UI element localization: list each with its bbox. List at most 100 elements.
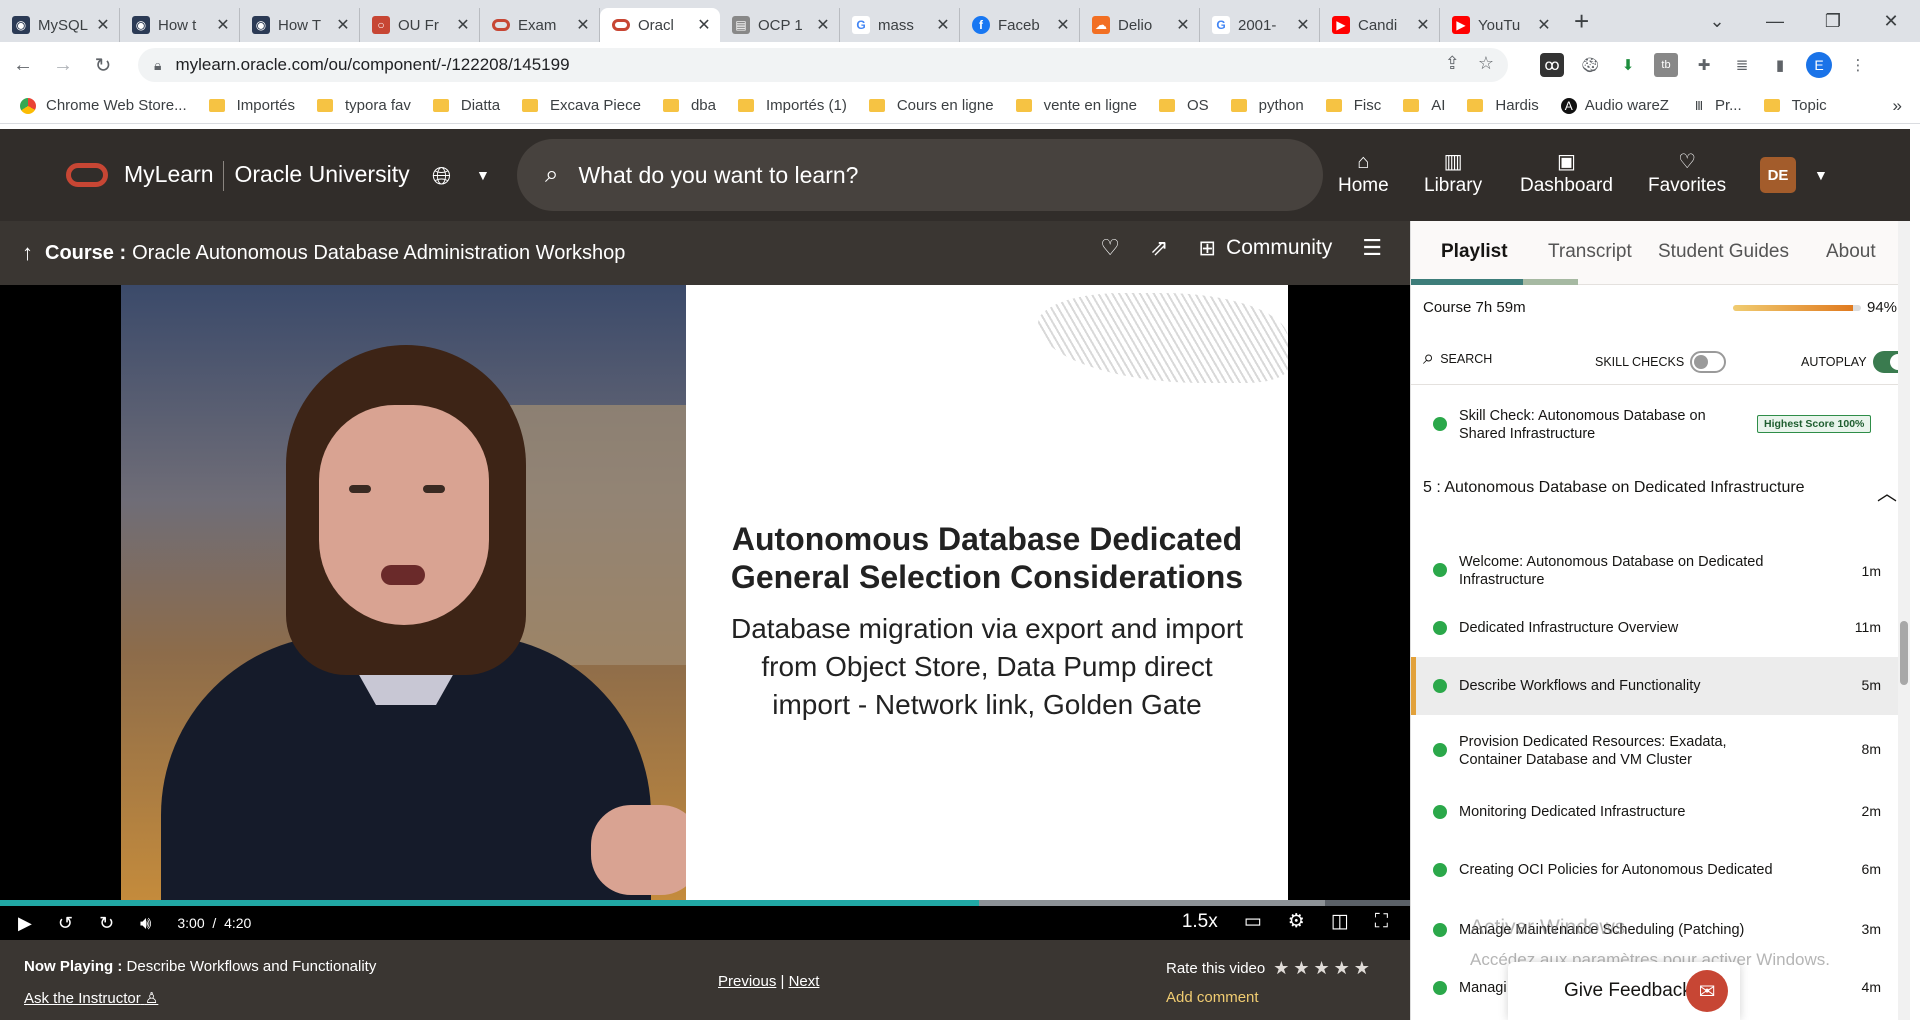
browser-tab[interactable]: ☁ Delio ✕	[1080, 8, 1200, 42]
forward-10-icon[interactable]: ↻	[99, 913, 114, 934]
play-icon[interactable]: ▶	[18, 913, 32, 934]
reload-icon[interactable]: ↻	[86, 53, 120, 78]
close-tab-icon[interactable]: ✕	[215, 15, 231, 35]
fullscreen-icon[interactable]: ⛶	[1375, 911, 1388, 933]
brand[interactable]: MyLearn Oracle University	[124, 161, 410, 191]
more-bookmarks-icon[interactable]: »	[1893, 96, 1902, 116]
list-item[interactable]: Dedicated Infrastructure Overview 11m	[1411, 599, 1901, 655]
bookmark-folder[interactable]: Importés	[208, 97, 295, 114]
captions-icon[interactable]: ▭	[1244, 910, 1262, 933]
menu-kebab-icon[interactable]: ⋮	[1846, 53, 1870, 77]
page-scrollbar[interactable]	[1898, 221, 1910, 1020]
close-tab-icon[interactable]: ✕	[335, 15, 351, 35]
nav-home[interactable]: ⌂ Home	[1338, 149, 1389, 197]
next-link[interactable]: Next	[789, 973, 820, 990]
add-comment-link[interactable]: Add comment	[1166, 989, 1259, 1006]
skill-checks-toggle[interactable]	[1690, 351, 1727, 373]
browser-tab[interactable]: G 2001- ✕	[1200, 8, 1320, 42]
browser-tab[interactable]: ◉ MySQL ✕	[0, 8, 120, 42]
bookmark-folder[interactable]: OS	[1158, 97, 1209, 114]
course-title[interactable]: Oracle Autonomous Database Administratio…	[132, 242, 625, 265]
scrollbar-thumb[interactable]	[1900, 621, 1908, 685]
bookmark-chrome-web-store[interactable]: Chrome Web Store...	[20, 97, 187, 114]
playlist-menu-icon[interactable]: ☰	[1362, 235, 1382, 261]
bookmark-folder[interactable]: Importés (1)	[737, 97, 847, 114]
tab-search-icon[interactable]: ⌄	[1688, 11, 1746, 32]
nav-library[interactable]: ▥ Library	[1424, 149, 1482, 197]
close-tab-icon[interactable]: ✕	[1536, 15, 1552, 35]
browser-tab[interactable]: ▤ OCP 1 ✕	[720, 8, 840, 42]
share-icon[interactable]: ⇗	[1150, 235, 1168, 261]
ask-instructor-link[interactable]: Ask the Instructor ♙	[24, 989, 158, 1007]
side-panel-icon[interactable]: ▮	[1768, 53, 1792, 77]
list-item[interactable]: Monitoring Dedicated Infrastructure 2m	[1411, 783, 1901, 839]
download-extension-icon[interactable]: ⬇	[1616, 53, 1640, 77]
puzzle-icon[interactable]: ✚	[1692, 53, 1716, 77]
chevron-down-icon[interactable]: ▼	[1814, 167, 1828, 183]
close-tab-icon[interactable]: ✕	[696, 15, 712, 35]
arrow-up-icon[interactable]: ↑	[22, 240, 33, 266]
list-item[interactable]: Provision Dedicated Resources: Exadata, …	[1411, 717, 1901, 781]
previous-link[interactable]: Previous	[718, 973, 776, 990]
extension-icon[interactable]: tb	[1654, 53, 1678, 77]
chevron-down-icon[interactable]: ▼	[476, 167, 490, 183]
browser-tab[interactable]: Exam ✕	[480, 8, 600, 42]
search-input[interactable]: ⌕ What do you want to learn?	[517, 139, 1323, 211]
new-tab-icon[interactable]: +	[1574, 6, 1589, 37]
browser-tab[interactable]: ◉ How t ✕	[120, 8, 240, 42]
picture-in-picture-icon[interactable]: ◫	[1331, 910, 1349, 933]
close-tab-icon[interactable]: ✕	[95, 15, 111, 35]
bookmark-folder[interactable]: Fisc	[1325, 97, 1381, 114]
close-window-icon[interactable]: ✕	[1862, 11, 1920, 32]
tab-about[interactable]: About	[1826, 241, 1876, 263]
bookmark-folder[interactable]: vente en ligne	[1015, 97, 1137, 114]
close-tab-icon[interactable]: ✕	[1055, 15, 1071, 35]
address-bar[interactable]: 🔒︎ mylearn.oracle.com/ou/component/-/122…	[138, 48, 1508, 82]
browser-tab[interactable]: Gmass ✕	[840, 8, 960, 42]
bookmark-folder[interactable]: python	[1230, 97, 1304, 114]
forward-icon[interactable]: →	[46, 54, 80, 77]
browser-tab[interactable]: f Faceb ✕	[960, 8, 1080, 42]
user-avatar[interactable]: DE	[1760, 157, 1796, 193]
tab-student-guides[interactable]: Student Guides	[1658, 241, 1789, 263]
list-item-skill-check[interactable]: Skill Check: Autonomous Database on Shar…	[1411, 395, 1901, 455]
browser-tab-active[interactable]: Oracl ✕	[600, 8, 720, 42]
bookmark-folder[interactable]: Excava Piece	[522, 97, 641, 114]
nav-favorites[interactable]: ♡ Favorites	[1648, 149, 1726, 197]
list-item[interactable]: Welcome: Autonomous Database on Dedicate…	[1411, 539, 1901, 599]
back-icon[interactable]: ←	[6, 54, 40, 77]
bookmark-folder[interactable]: Hardis	[1467, 97, 1539, 114]
share-icon[interactable]: ⇪	[1445, 53, 1460, 74]
volume-icon[interactable]: 🔊︎	[140, 913, 151, 934]
video-player[interactable]: Autonomous Database Dedicated General Sel…	[0, 285, 1410, 940]
give-feedback-button[interactable]: Give Feedback ✉	[1508, 962, 1740, 1020]
star-rating[interactable]: ★★★★★	[1273, 958, 1374, 979]
list-item-current[interactable]: Describe Workflows and Functionality 5m	[1411, 657, 1901, 715]
extension-icon[interactable]: ꝏ	[1540, 53, 1564, 77]
search-button[interactable]: ⌕ SEARCH	[1423, 347, 1492, 370]
chevron-up-icon[interactable]: ︿	[1877, 477, 1897, 506]
reading-list-icon[interactable]: ≣	[1730, 53, 1754, 77]
tab-transcript[interactable]: Transcript	[1548, 241, 1632, 263]
rewind-10-icon[interactable]: ↺	[58, 913, 73, 934]
bookmark-audio-warez[interactable]: A Audio wareZ	[1560, 97, 1669, 114]
close-tab-icon[interactable]: ✕	[455, 15, 471, 35]
community-button[interactable]: ⊞ Community	[1198, 236, 1332, 261]
globe-icon[interactable]: 🌐︎	[432, 163, 451, 191]
list-item[interactable]: Creating OCI Policies for Autonomous Ded…	[1411, 841, 1901, 899]
profile-avatar[interactable]: E	[1806, 52, 1832, 78]
close-tab-icon[interactable]: ✕	[935, 15, 951, 35]
bookmark-folder[interactable]: dba	[662, 97, 716, 114]
lock-icon[interactable]: 🔒︎	[154, 57, 161, 74]
close-tab-icon[interactable]: ✕	[815, 15, 831, 35]
restore-icon[interactable]: ❐	[1804, 11, 1862, 32]
browser-tab[interactable]: ▶ YouTu ✕	[1440, 8, 1560, 42]
settings-gear-icon[interactable]: ⚙	[1288, 910, 1305, 933]
close-tab-icon[interactable]: ✕	[1295, 15, 1311, 35]
favorite-heart-icon[interactable]: ♡	[1100, 235, 1120, 261]
browser-tab[interactable]: ▶ Candi ✕	[1320, 8, 1440, 42]
bookmark-folder[interactable]: Topic	[1763, 97, 1827, 114]
cookie-extension-icon[interactable]: 🍪︎	[1578, 53, 1602, 77]
bookmark-pr[interactable]: Ⅲ Pr...	[1691, 97, 1742, 114]
tab-playlist[interactable]: Playlist	[1441, 241, 1508, 263]
